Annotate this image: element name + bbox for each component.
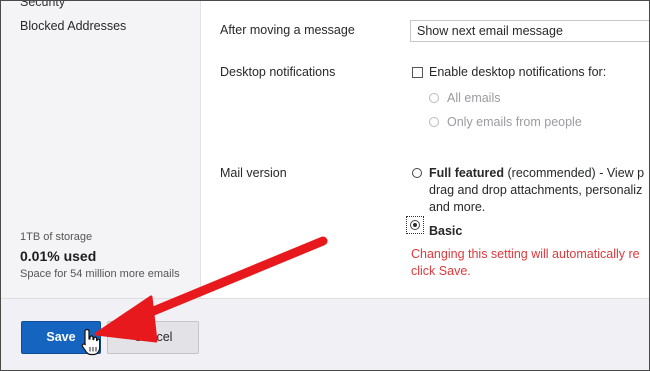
notify-all-emails-radio[interactable] [429, 93, 439, 103]
basic-label: Basic [429, 224, 463, 238]
full-featured-radio[interactable] [412, 168, 422, 178]
sidebar-item-blocked-addresses[interactable]: Blocked Addresses [20, 19, 126, 33]
mail-version-label: Mail version [220, 166, 287, 180]
sidebar-item-security[interactable]: Security [20, 1, 65, 9]
basic-radio[interactable] [410, 220, 420, 230]
after-moving-select[interactable]: Show next email message [410, 20, 649, 42]
full-featured-line3: and more. [429, 200, 486, 214]
enable-notifications-label: Enable desktop notifications for: [429, 65, 607, 79]
full-featured-desc: (recommended) - View p [504, 166, 645, 180]
storage-space-remaining: Space for 54 million more emails [20, 268, 180, 280]
enable-notifications-checkbox[interactable] [412, 67, 423, 78]
settings-sidebar: Security Blocked Addresses 1TB of storag… [1, 1, 201, 298]
settings-main-panel: After moving a message Show next email m… [201, 1, 649, 298]
screenshot-frame: Security Blocked Addresses 1TB of storag… [0, 0, 650, 371]
storage-used-value: 0.01% used [20, 248, 97, 264]
mail-version-warning-line1: Changing this setting will automatically… [411, 247, 640, 261]
notify-people-emails-radio[interactable] [429, 117, 439, 127]
notify-all-emails-label: All emails [447, 91, 501, 105]
hand-pointer-icon [81, 328, 101, 356]
after-moving-select-value: Show next email message [417, 24, 563, 38]
full-featured-line1: Full featured (recommended) - View p [429, 166, 644, 180]
mail-version-warning-line2: click Save. [411, 264, 471, 278]
desktop-notifications-label: Desktop notifications [220, 65, 336, 79]
notify-people-emails-label: Only emails from people [447, 115, 582, 129]
full-featured-title: Full featured [429, 166, 505, 180]
storage-plan-label: 1TB of storage [20, 231, 93, 243]
cancel-button[interactable]: Cancel [107, 321, 199, 354]
after-moving-label: After moving a message [220, 23, 355, 37]
full-featured-line2: drag and drop attachments, personaliz [429, 183, 643, 197]
settings-footer: Save Cancel [1, 298, 649, 370]
